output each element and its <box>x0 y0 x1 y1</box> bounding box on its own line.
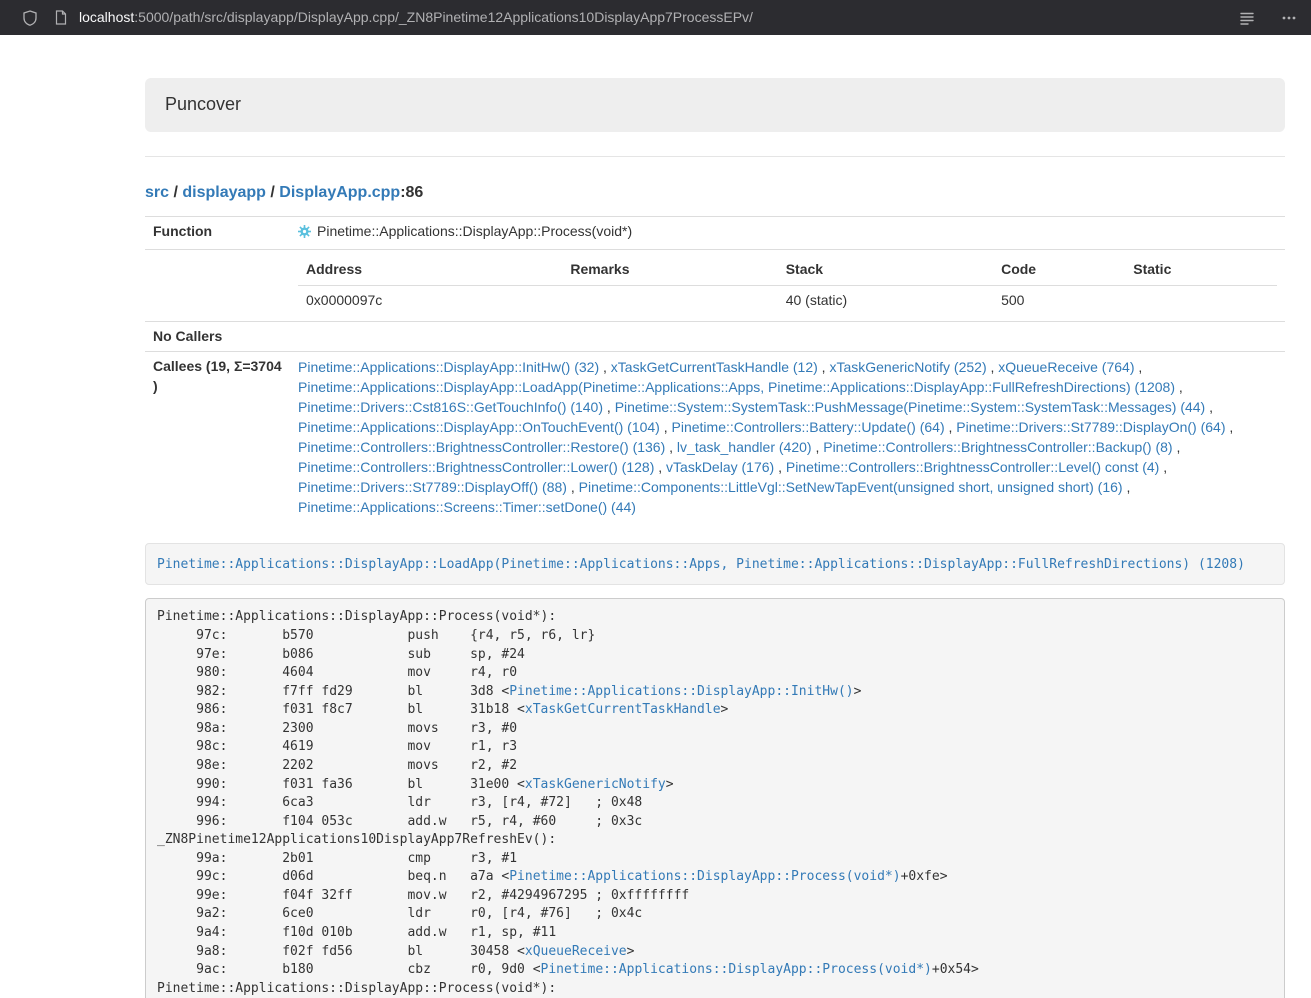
callee-separator: , <box>1226 419 1234 435</box>
selected-callee-box: Pinetime::Applications::DisplayApp::Load… <box>145 543 1285 585</box>
divider <box>145 156 1285 157</box>
metrics-value-remarks <box>562 285 777 315</box>
callees-row: Callees (19, Σ=3704 ) Pinetime::Applicat… <box>145 352 1285 523</box>
callee-link[interactable]: Pinetime::Applications::Screens::Timer::… <box>298 499 636 515</box>
metrics-header-static: Static <box>1125 255 1277 285</box>
metrics-value-code: 500 <box>993 285 1125 315</box>
breadcrumb-item-displayapp[interactable]: displayapp <box>182 184 266 201</box>
breadcrumb-line-number: :86 <box>400 184 423 201</box>
function-name: Pinetime::Applications::DisplayApp::Proc… <box>317 223 632 239</box>
callee-separator: , <box>567 479 579 495</box>
callees-list: Pinetime::Applications::DisplayApp::Init… <box>290 352 1285 523</box>
function-icon <box>298 224 311 244</box>
callee-separator: , <box>987 359 999 375</box>
callee-separator: , <box>945 419 957 435</box>
url-bar[interactable]: localhost:5000/path/src/displayapp/Displ… <box>79 8 753 28</box>
callee-separator: , <box>1134 359 1142 375</box>
metrics-value-address: 0x0000097c <box>298 285 562 315</box>
page-info-icon[interactable] <box>53 10 69 26</box>
callee-separator: , <box>1123 479 1131 495</box>
callee-link[interactable]: Pinetime::Drivers::Cst816S::GetTouchInfo… <box>298 399 603 415</box>
breadcrumb-item-displayapp.cpp[interactable]: DisplayApp.cpp <box>279 184 400 201</box>
callee-link[interactable]: xQueueReceive (764) <box>998 359 1134 375</box>
reader-view-icon[interactable] <box>1239 10 1255 26</box>
metrics-row-label <box>145 249 290 321</box>
callee-link[interactable]: xTaskGetCurrentTaskHandle (12) <box>611 359 818 375</box>
callers-row: No Callers <box>145 321 1285 352</box>
jumbotron: Puncover <box>145 78 1285 132</box>
callee-separator: , <box>818 359 830 375</box>
code-symbol-link[interactable]: xTaskGetCurrentTaskHandle <box>525 702 721 717</box>
callee-link[interactable]: vTaskDelay (176) <box>666 459 774 475</box>
callee-separator: , <box>1173 439 1181 455</box>
code-symbol-link[interactable]: Pinetime::Applications::DisplayApp::Init… <box>509 684 853 699</box>
callee-separator: , <box>1159 459 1167 475</box>
metrics-value-static <box>1125 285 1277 315</box>
metrics-header-stack: Stack <box>778 255 993 285</box>
code-symbol-link[interactable]: Pinetime::Applications::DisplayApp::Proc… <box>509 869 900 884</box>
breadcrumb-item-src[interactable]: src <box>145 184 169 201</box>
url-host: localhost <box>79 9 134 25</box>
breadcrumb-separator: / <box>169 184 182 201</box>
more-menu-icon[interactable] <box>1281 10 1297 26</box>
callee-separator: , <box>774 459 786 475</box>
callee-link[interactable]: Pinetime::Controllers::BrightnessControl… <box>786 459 1159 475</box>
callee-separator: , <box>812 439 824 455</box>
metrics-data-row: 0x0000097c 40 (static)500 <box>298 285 1277 315</box>
page-container: Puncover src / displayapp / DisplayApp.c… <box>145 78 1285 998</box>
callee-link[interactable]: Pinetime::Controllers::BrightnessControl… <box>298 459 654 475</box>
callee-link[interactable]: Pinetime::System::SystemTask::PushMessag… <box>615 399 1206 415</box>
callee-link[interactable]: Pinetime::Applications::DisplayApp::Init… <box>298 359 599 375</box>
url-path: :5000/path/src/displayapp/DisplayApp.cpp… <box>134 9 753 25</box>
callee-separator: , <box>599 359 611 375</box>
callee-separator: , <box>654 459 666 475</box>
callee-link[interactable]: Pinetime::Applications::DisplayApp::Load… <box>298 379 1175 395</box>
callee-link[interactable]: Pinetime::Applications::DisplayApp::OnTo… <box>298 419 660 435</box>
callee-separator: , <box>1205 399 1213 415</box>
callee-link[interactable]: xTaskGenericNotify (252) <box>829 359 986 375</box>
callee-separator: , <box>660 419 672 435</box>
metrics-header-code: Code <box>993 255 1125 285</box>
callee-link[interactable]: Pinetime::Controllers::BrightnessControl… <box>823 439 1172 455</box>
disassembly: Pinetime::Applications::DisplayApp::Proc… <box>145 598 1285 998</box>
callee-separator: , <box>1175 379 1183 395</box>
shield-icon[interactable] <box>22 10 38 26</box>
code-symbol-link[interactable]: xQueueReceive <box>525 944 627 959</box>
breadcrumb: src / displayapp / DisplayApp.cpp:86 <box>145 182 1285 205</box>
callee-link[interactable]: Pinetime::Components::LittleVgl::SetNewT… <box>579 479 1123 495</box>
metrics-header-address: Address <box>298 255 562 285</box>
function-table: Function Pinetime::Applications::Display… <box>145 216 1285 523</box>
callee-link[interactable]: Pinetime::Drivers::St7789::DisplayOff() … <box>298 479 567 495</box>
browser-toolbar: localhost:5000/path/src/displayapp/Displ… <box>0 0 1311 35</box>
breadcrumb-separator: / <box>266 184 279 201</box>
code-symbol-link[interactable]: Pinetime::Applications::DisplayApp::Proc… <box>541 962 932 977</box>
page-title: Puncover <box>165 94 241 114</box>
callee-link[interactable]: Pinetime::Drivers::St7789::DisplayOn() (… <box>956 419 1225 435</box>
callees-label: Callees (19, Σ=3704 ) <box>145 352 290 523</box>
metrics-value-stack: 40 (static) <box>778 285 993 315</box>
callee-separator: , <box>665 439 677 455</box>
no-callers-label: No Callers <box>145 321 290 352</box>
metrics-table: AddressRemarksStackCodeStatic 0x0000097c… <box>298 255 1277 316</box>
metrics-header-row: AddressRemarksStackCodeStatic <box>298 255 1277 285</box>
function-row: Function Pinetime::Applications::Display… <box>145 216 1285 249</box>
callee-link[interactable]: Pinetime::Controllers::Battery::Update()… <box>672 419 945 435</box>
callee-link[interactable]: lv_task_handler (420) <box>677 439 812 455</box>
callee-link[interactable]: Pinetime::Controllers::BrightnessControl… <box>298 439 665 455</box>
metrics-row: AddressRemarksStackCodeStatic 0x0000097c… <box>145 249 1285 321</box>
selected-callee-link[interactable]: Pinetime::Applications::DisplayApp::Load… <box>157 557 1245 572</box>
code-symbol-link[interactable]: xTaskGenericNotify <box>525 777 666 792</box>
metrics-header-remarks: Remarks <box>562 255 777 285</box>
function-row-label: Function <box>145 216 290 249</box>
callers-cell <box>290 321 1285 352</box>
callee-separator: , <box>603 399 615 415</box>
